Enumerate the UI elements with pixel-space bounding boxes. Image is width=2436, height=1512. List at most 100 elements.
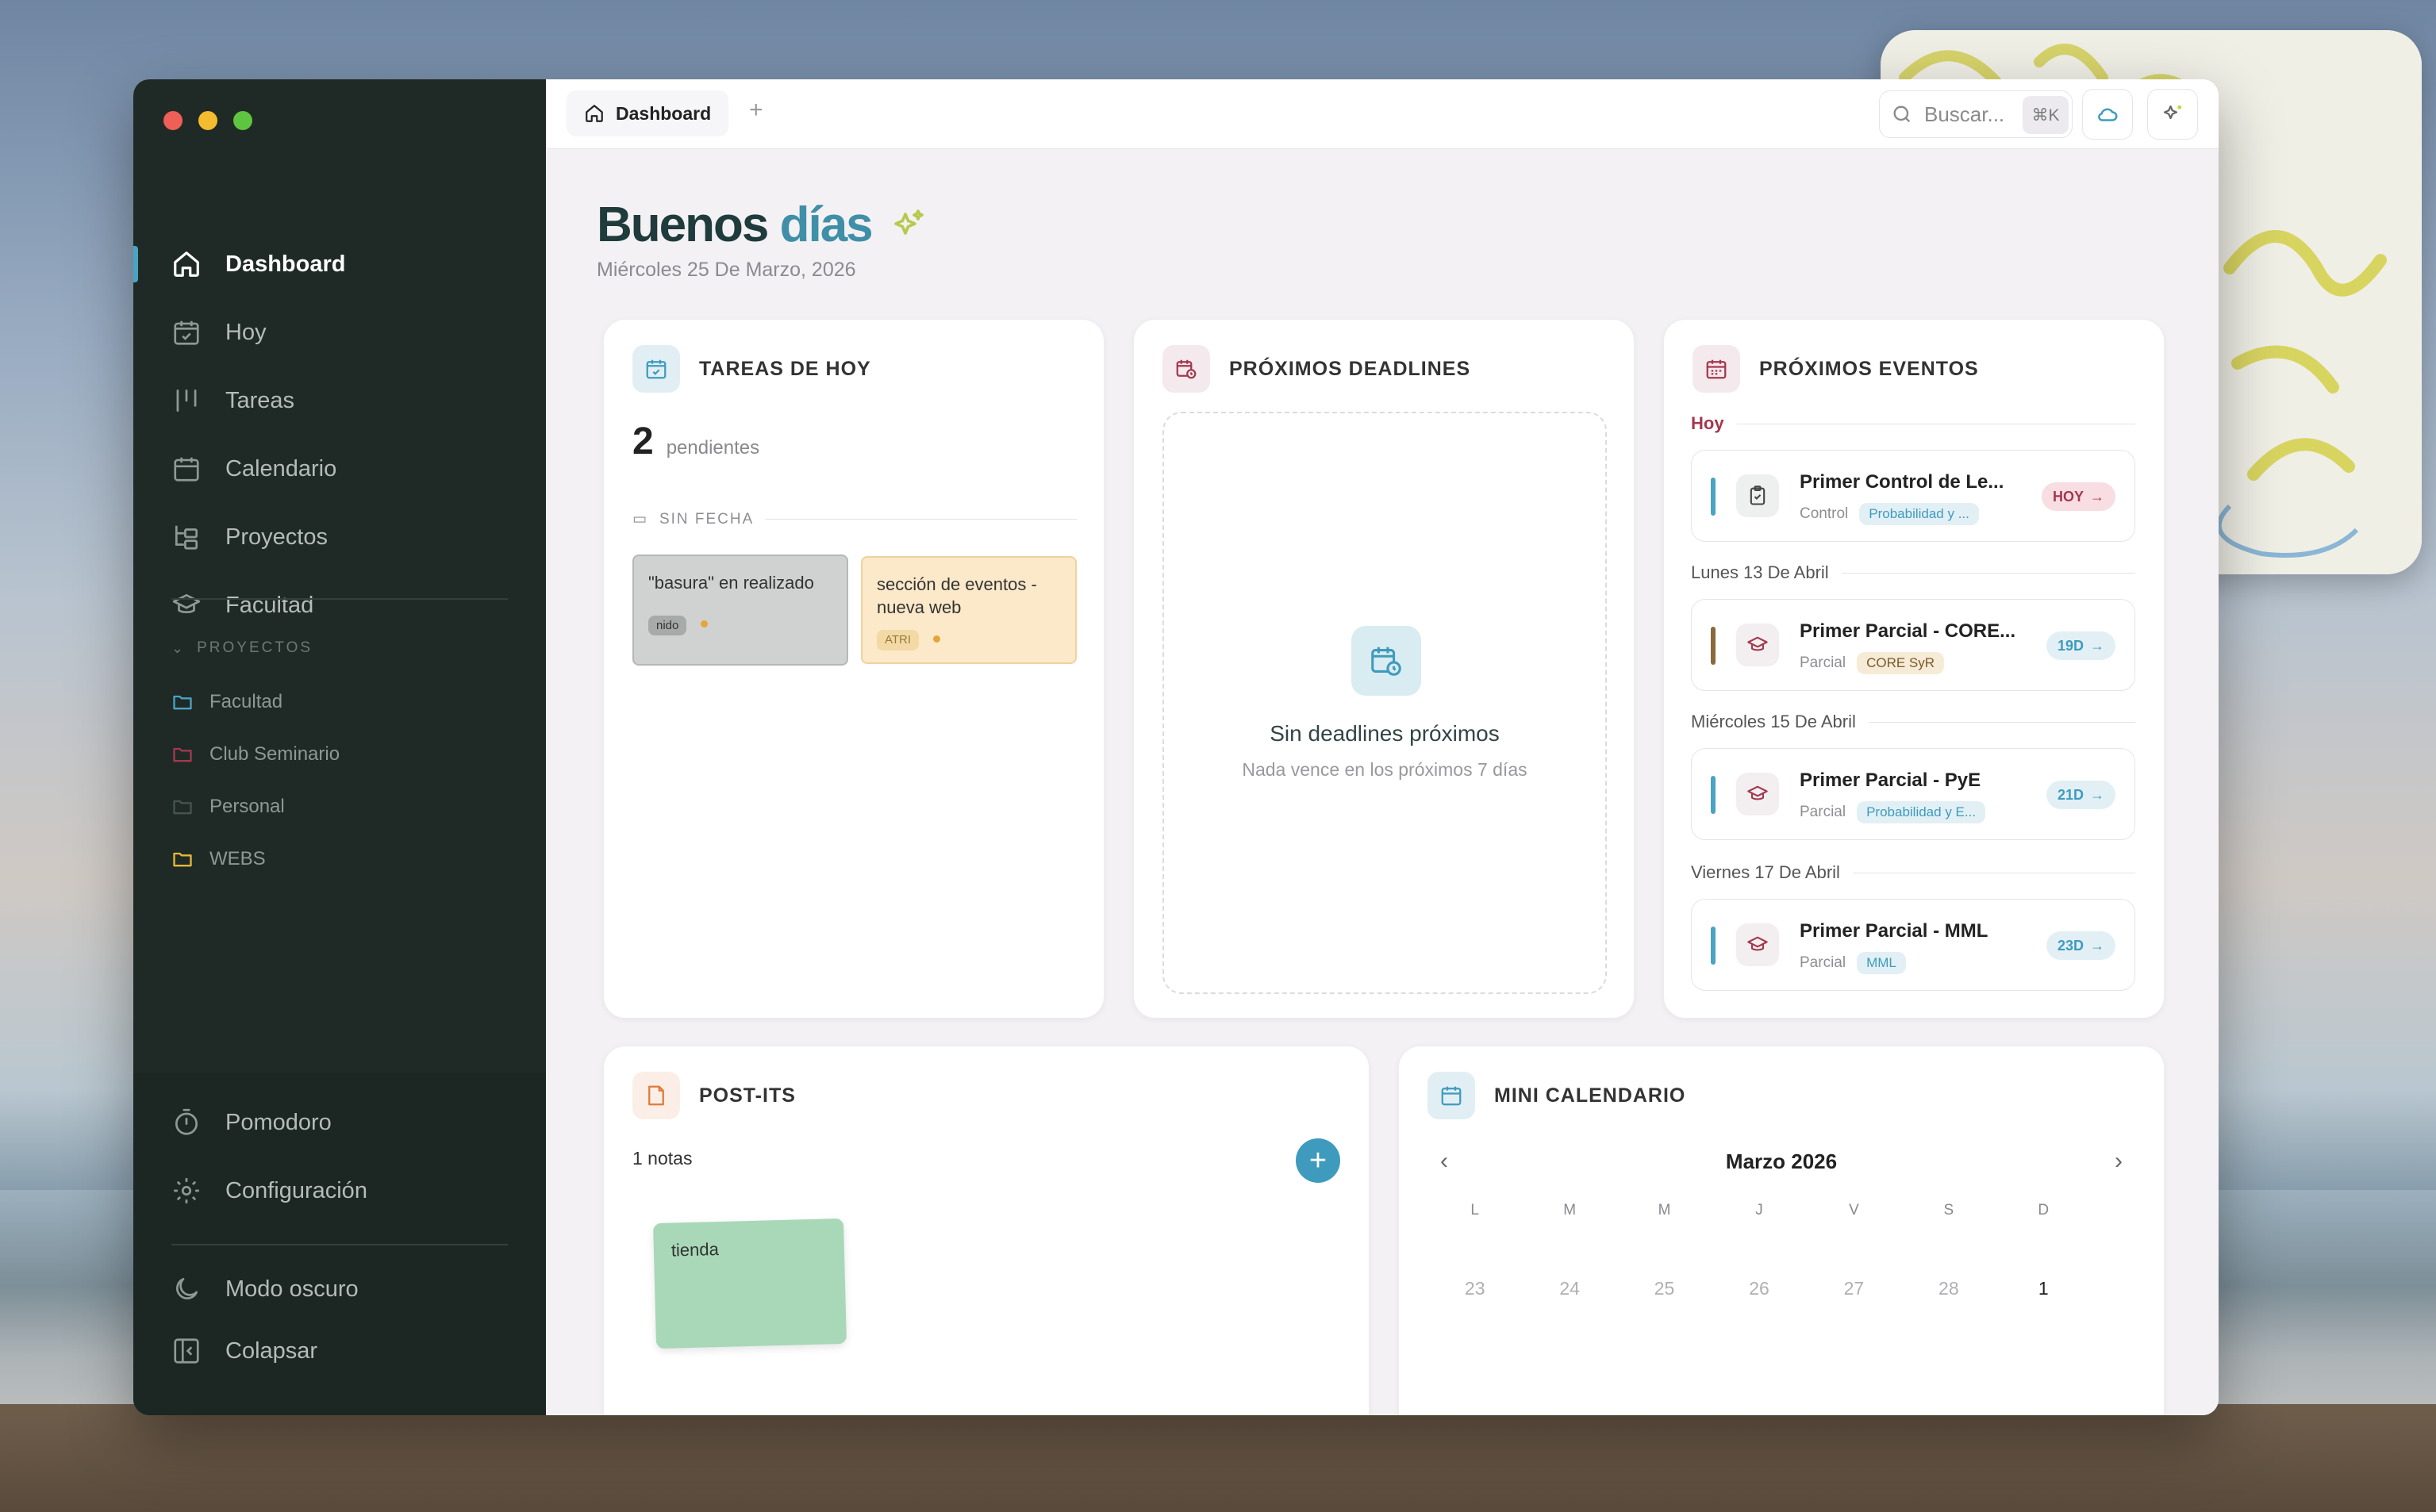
task-card[interactable]: "basura" en realizado nido [632,555,848,666]
event-item[interactable]: Primer Parcial - MML Parcial MML 23D → [1691,899,2135,991]
projects-heading[interactable]: ⌄ PROYECTOS [171,639,313,657]
sidebar-item-label: Calendario [225,455,337,482]
sidebar-item-proyectos[interactable]: Proyectos [133,503,546,571]
event-item[interactable]: Primer Parcial - PyE Parcial Probabilida… [1691,748,2135,840]
calendar-weekdays: L M M J V S D [1470,1202,2050,1218]
folder-tree-icon [175,525,198,550]
graduation-cap-icon [172,593,201,614]
sidebar-divider [171,1244,508,1245]
sidebar-item-calendario[interactable]: Calendario [133,435,546,503]
ai-assistant-button[interactable] [2147,89,2198,140]
add-tab-button[interactable]: + [749,97,763,124]
project-item-club-seminario[interactable]: Club Seminario [171,728,513,781]
add-note-button[interactable]: + [1296,1138,1340,1183]
clipboard-icon [1736,474,1779,517]
folder-icon [173,800,192,815]
event-item[interactable]: Primer Control de Le... Control Probabil… [1691,450,2135,542]
event-badge[interactable]: HOY → [2041,482,2115,511]
minimize-window-button[interactable] [198,111,217,130]
chevron-down-icon: ⌄ [171,639,186,656]
calendar-clock-icon [1162,345,1210,393]
folder-icon [173,695,192,710]
deadlines-card: PRÓXIMOS DEADLINES Sin deadlines próximo… [1133,319,1635,1019]
dark-mode-button[interactable]: Modo oscuro [171,1274,359,1304]
folder-icon [173,852,192,867]
postits-card: POST-ITS 1 notas + tienda [603,1046,1370,1415]
project-item-facultad[interactable]: Facultad [171,676,513,728]
sidebar-item-tareas[interactable]: Tareas [133,366,546,435]
window-controls [163,111,252,130]
card-header: TAREAS DE HOY [632,345,871,393]
event-group-header: Miércoles 15 De Abril [1691,712,2135,732]
projects-list: Facultad Club Seminario Personal WEBS [171,676,513,885]
calendar-day[interactable]: 26 [1712,1278,1806,1299]
page-title: Buenos días [597,197,928,253]
sidebar-item-label: Dashboard [225,251,346,277]
project-item-webs[interactable]: WEBS [171,833,513,885]
event-item[interactable]: Primer Parcial - CORE... Parcial CORE Sy… [1691,599,2135,691]
task-card[interactable]: sección de eventos - nueva web ATRI [861,556,1077,664]
background-sand [0,1404,2436,1512]
event-color-bar [1711,776,1716,814]
sidebar-item-hoy[interactable]: Hoy [133,298,546,366]
calendar-day[interactable]: 28 [1901,1278,1996,1299]
timer-icon [175,1108,198,1135]
collapse-sidebar-button[interactable]: Colapsar [171,1336,317,1366]
pomodoro-button[interactable]: Pomodoro [171,1107,332,1138]
calendar-day[interactable]: 27 [1807,1278,1901,1299]
tab-dashboard[interactable]: Dashboard [567,90,729,136]
task-tag: nido [648,615,687,636]
arrow-right-icon: → [2090,937,2104,954]
sync-button[interactable] [2082,89,2133,140]
maximize-window-button[interactable] [233,111,252,130]
subject-tag: Probabilidad y ... [1859,503,1979,525]
calendar-day[interactable]: 25 [1617,1278,1712,1299]
notes-count: 1 notas [632,1148,693,1169]
close-window-button[interactable] [163,111,183,130]
cloud-icon [2098,108,2118,121]
calendar-day[interactable]: 24 [1522,1278,1616,1299]
main-content: Dashboard + Buscar... ⌘K Buenos días Mié… [546,79,2219,1415]
event-badge[interactable]: 23D → [2046,931,2115,960]
pending-count: 2 pendientes [632,420,760,462]
graduation-cap-icon [1736,624,1779,666]
event-badge[interactable]: 21D → [2046,781,2115,809]
arrow-right-icon: → [2090,637,2104,654]
sidebar-item-label: Facultad [225,592,314,618]
calendar-day[interactable]: 23 [1427,1278,1522,1299]
card-header: POST-ITS [632,1072,796,1119]
sidebar-item-facultad[interactable]: Facultad [133,571,546,639]
calendar-check-icon [632,345,680,393]
empty-title: Sin deadlines próximos [1270,721,1500,746]
next-month-button[interactable]: › [2115,1148,2123,1175]
event-group-header: Viernes 17 De Abril [1691,862,2135,883]
event-group-header: Lunes 13 De Abril [1691,562,2135,583]
arrow-right-icon: → [2090,488,2104,505]
home-icon [174,251,199,277]
event-badge[interactable]: 19D → [2046,631,2115,660]
project-item-personal[interactable]: Personal [171,781,513,833]
calendar-day[interactable]: 1 [1996,1278,2091,1299]
card-header: MINI CALENDARIO [1427,1072,1685,1119]
gear-icon [174,1178,199,1203]
tasks-today-card: TAREAS DE HOY 2 pendientes ▭ SIN FECHA "… [603,319,1105,1019]
calendar-clock-icon [1351,626,1421,696]
event-color-bar [1711,927,1716,965]
settings-button[interactable]: Configuración [171,1176,367,1206]
kanban-icon [176,389,197,413]
sidebar-nav: Dashboard Hoy Tareas Calendario Proyecto… [133,230,546,639]
mini-calendar-card: MINI CALENDARIO ‹ Marzo 2026 › L M M J V… [1398,1046,2165,1415]
graduation-cap-icon [1736,923,1779,966]
calendar-icon [1427,1072,1475,1119]
moon-icon [176,1277,198,1299]
calendar-days: 23 24 25 26 27 28 1 [1427,1278,2091,1299]
events-card: PRÓXIMOS EVENTOS Hoy Primer Control de L… [1663,319,2165,1019]
post-it-note[interactable]: tienda [652,1218,847,1349]
search-input[interactable]: Buscar... ⌘K [1879,90,2073,138]
empty-subtitle: Nada vence en los próximos 7 días [1242,759,1527,780]
sparkles-icon [893,209,924,235]
sidebar: Dashboard Hoy Tareas Calendario Proyecto… [133,79,546,1415]
sidebar-item-label: Tareas [225,387,295,413]
sidebar-item-dashboard[interactable]: Dashboard [133,230,546,298]
subject-tag: MML [1857,952,1906,974]
